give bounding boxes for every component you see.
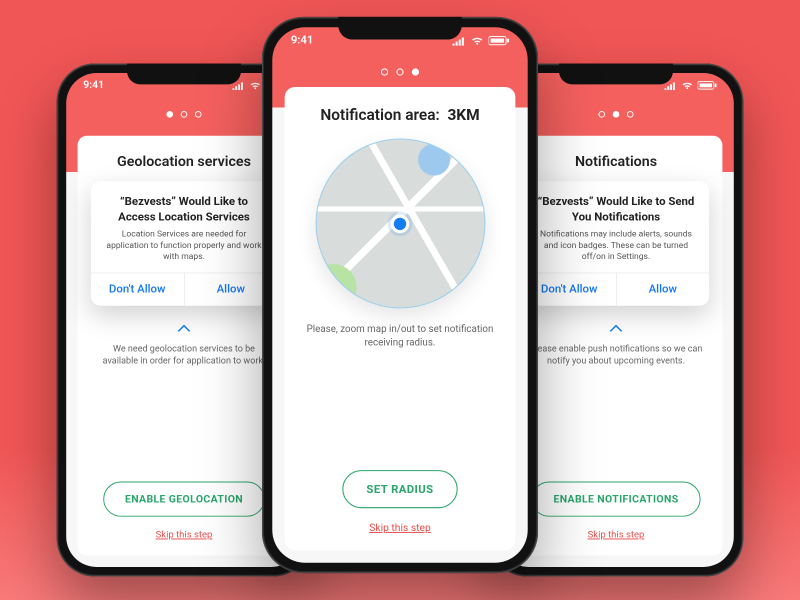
onboarding-card: Notifications “Bezvests” Would Like to S…: [510, 136, 723, 556]
onboarding-card: Geolocation services “Bezvests” Would Li…: [78, 136, 291, 556]
alert-deny-button[interactable]: Don't Allow: [91, 274, 185, 306]
page-dots: [381, 68, 419, 75]
card-body: We need geolocation services to be avail…: [91, 343, 277, 368]
notch: [559, 64, 673, 85]
alert-title: “Bezvests” Would Like to Send You Notifi…: [534, 195, 697, 225]
screen: 9:41: [272, 27, 527, 563]
radius-value: 3KM: [447, 105, 479, 124]
card-title: Notification area: 3KM: [320, 105, 479, 124]
card-title: Geolocation services: [117, 153, 251, 170]
onboarding-showcase: 9:41 Geolocati: [0, 0, 800, 600]
status-time: 9:41: [291, 33, 314, 46]
radius-map[interactable]: [315, 138, 485, 308]
phone-notification-area: 9:41: [262, 17, 538, 573]
dot-3[interactable]: [627, 111, 634, 118]
dot-1[interactable]: [166, 111, 173, 118]
skip-step-link[interactable]: Skip this step: [588, 530, 645, 540]
dot-3[interactable]: [195, 111, 202, 118]
enable-notifications-button[interactable]: ENABLE NOTIFICATIONS: [532, 482, 701, 517]
alert-desc: Notifications may include alerts, sounds…: [534, 230, 697, 263]
ios-permission-alert: “Bezvests” Would Like to Send You Notifi…: [523, 181, 709, 305]
dot-1[interactable]: [598, 111, 605, 118]
wifi-icon: [249, 80, 262, 90]
title-prefix: Notification area:: [320, 105, 439, 124]
alert-desc: Location Services are needed for applica…: [102, 230, 265, 263]
wifi-icon: [470, 35, 484, 45]
alert-allow-button[interactable]: Allow: [616, 274, 709, 306]
onboarding-card: Notification area: 3KM Please, zoom map …: [285, 87, 516, 550]
notch: [127, 64, 241, 85]
card-body: Please, zoom map in/out to set notificat…: [299, 323, 501, 350]
chevron-up-icon: [176, 319, 191, 337]
skip-step-link[interactable]: Skip this step: [369, 523, 431, 534]
dot-2[interactable]: [396, 68, 403, 75]
battery-icon: [489, 35, 510, 45]
page-dots: [598, 111, 633, 118]
card-body: Please enable push notifications so we c…: [523, 343, 709, 368]
chevron-up-icon: [608, 319, 623, 337]
alert-title: “Bezvests” Would Like to Access Location…: [102, 195, 265, 225]
battery-icon: [698, 80, 717, 90]
ios-permission-alert: “Bezvests” Would Like to Access Location…: [91, 181, 277, 305]
wifi-icon: [681, 80, 694, 90]
page-dots: [166, 111, 201, 118]
notch: [338, 17, 462, 40]
dot-2[interactable]: [181, 111, 188, 118]
dot-2[interactable]: [613, 111, 620, 118]
dot-3[interactable]: [412, 68, 419, 75]
enable-geolocation-button[interactable]: ENABLE GEOLOCATION: [103, 482, 265, 517]
dot-1[interactable]: [381, 68, 388, 75]
card-title: Notifications: [575, 153, 657, 170]
status-indicators: [664, 79, 717, 91]
status-indicators: [452, 33, 510, 46]
status-time: 9:41: [83, 79, 104, 91]
skip-step-link[interactable]: Skip this step: [156, 530, 213, 540]
set-radius-button[interactable]: SET RADIUS: [343, 470, 458, 508]
